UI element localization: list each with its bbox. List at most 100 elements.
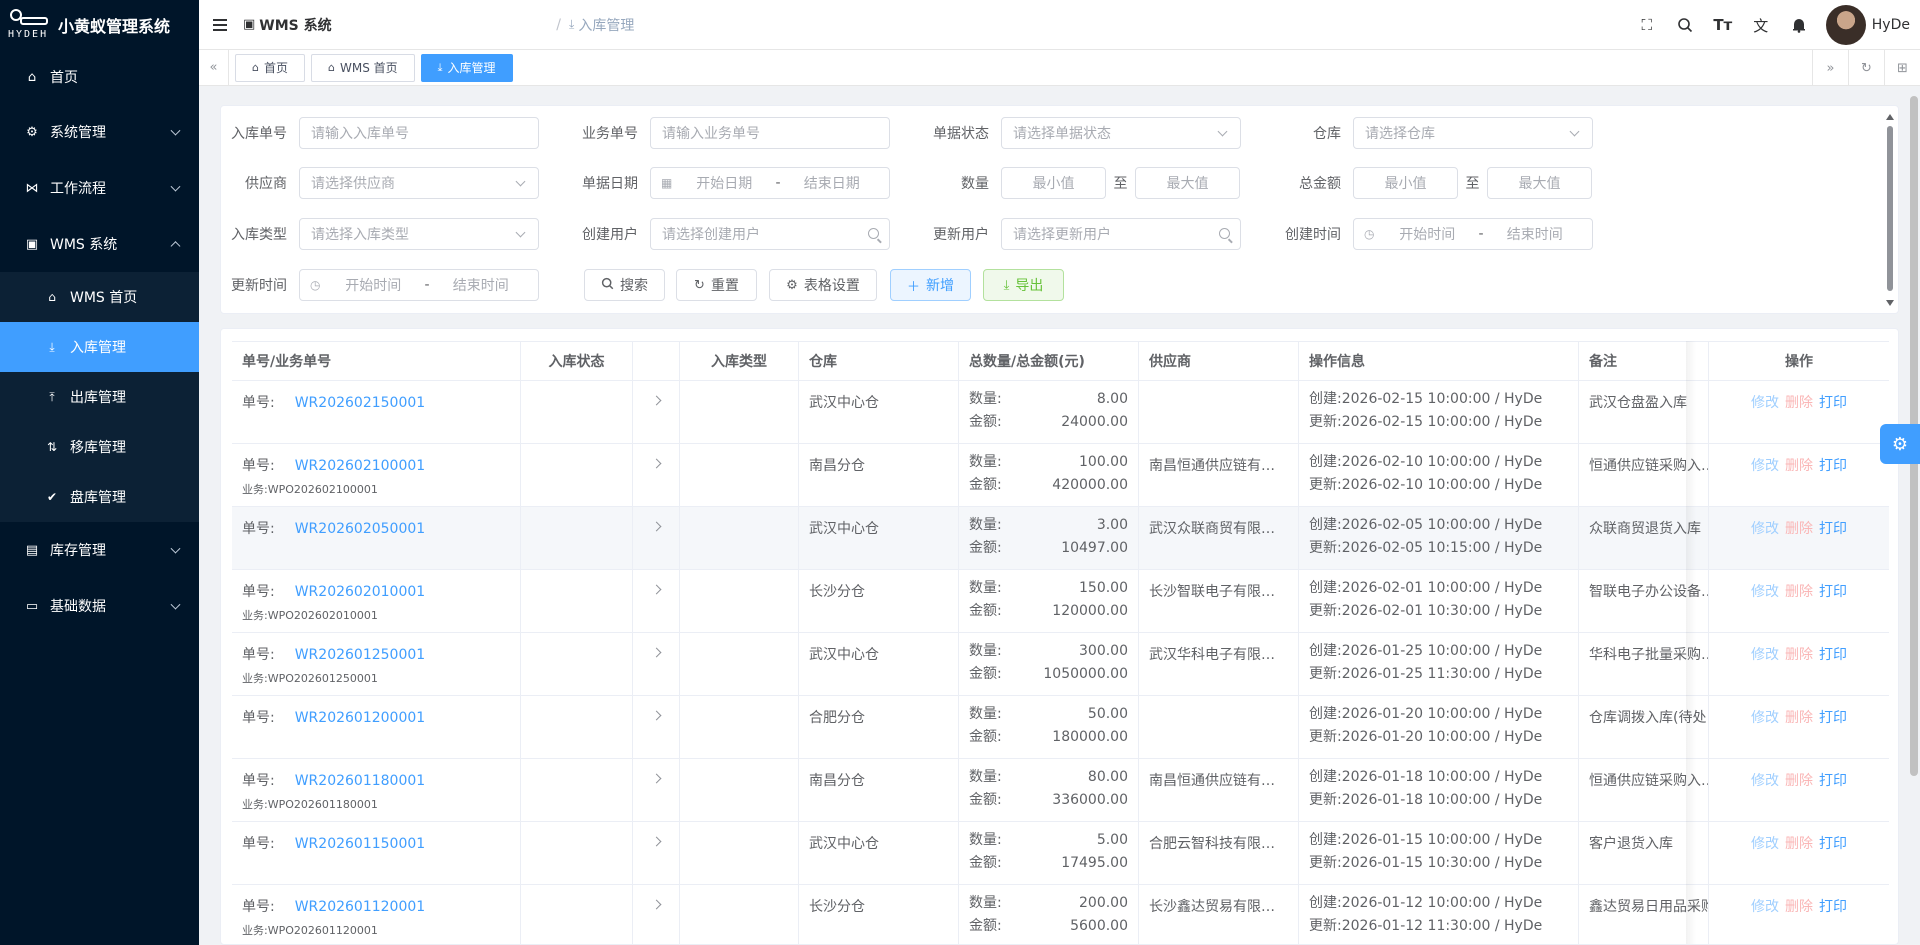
print-button[interactable]: 打印 (1819, 455, 1847, 475)
sidebar-item-transfer[interactable]: ⇅ 移库管理 (0, 422, 199, 472)
fullscreen-icon[interactable]: ⛶ (1628, 0, 1666, 50)
table-row[interactable]: 单号:WR202601200001 业务: 合肥分仓 数量:50.00 金额:1… (232, 696, 1889, 759)
quantity-max-input[interactable]: 最大值 (1135, 167, 1240, 199)
print-button[interactable]: 打印 (1819, 581, 1847, 601)
chevron-right-icon[interactable] (651, 458, 661, 469)
cell-expand[interactable] (633, 885, 680, 944)
delete-button[interactable]: 删除 (1785, 581, 1813, 601)
search-icon[interactable] (1666, 0, 1704, 50)
table-settings-button[interactable]: ⚙ 表格设置 (769, 269, 877, 301)
sidebar-item-workflow[interactable]: ⋈ 工作流程 (0, 160, 199, 216)
chevron-right-icon[interactable] (651, 836, 661, 847)
table-row[interactable]: 单号: WR202601120001 业务:WPO202601120001 长沙分… (232, 885, 1889, 944)
order-no-link[interactable]: WR202601250001 (295, 647, 425, 663)
print-button[interactable]: 打印 (1819, 392, 1847, 412)
chevron-right-icon[interactable] (651, 647, 661, 658)
sidebar-item-basic-data[interactable]: ▭ 基础数据 (0, 578, 199, 634)
delete-button[interactable]: 删除 (1785, 770, 1813, 790)
username[interactable]: HyDe (1872, 17, 1910, 33)
print-button[interactable]: 打印 (1819, 896, 1847, 916)
delete-button[interactable]: 删除 (1785, 455, 1813, 475)
chevron-right-icon[interactable] (651, 899, 661, 910)
language-icon[interactable]: 文 (1742, 0, 1780, 50)
edit-button[interactable]: 修改 (1751, 455, 1779, 475)
sidebar-item-outbound[interactable]: ⤒ 出库管理 (0, 372, 199, 422)
bell-icon[interactable] (1780, 0, 1818, 50)
settings-float-button[interactable]: ⚙ (1880, 424, 1920, 464)
export-button[interactable]: ⤓ 导出 (983, 269, 1064, 301)
print-button[interactable]: 打印 (1819, 707, 1847, 727)
print-button[interactable]: 打印 (1819, 644, 1847, 664)
edit-button[interactable]: 修改 (1751, 392, 1779, 412)
warehouse-select[interactable]: 请选择仓库 (1353, 117, 1593, 149)
reset-button[interactable]: ↻ 重置 (676, 269, 757, 301)
form-scrollbar[interactable] (1886, 112, 1894, 308)
sidebar-item-inbound[interactable]: ⤓ 入库管理 (0, 322, 199, 372)
grid-icon[interactable]: ⊞ (1884, 50, 1920, 86)
sidebar-item-home[interactable]: ⌂ 首页 (0, 50, 199, 104)
scroll-right-icon[interactable]: » (1812, 50, 1848, 86)
cell-expand[interactable] (633, 570, 680, 632)
edit-button[interactable]: 修改 (1751, 770, 1779, 790)
table-row[interactable]: 单号:WR202601150001 业务: 武汉中心仓 数量:5.00 金额:1… (232, 822, 1889, 885)
create-user-input[interactable]: 请选择创建用户 (650, 218, 890, 250)
cell-expand[interactable] (633, 633, 680, 695)
tag-home[interactable]: ⌂ 首页 (235, 53, 305, 82)
print-button[interactable]: 打印 (1819, 833, 1847, 853)
search-button[interactable]: 搜索 (584, 269, 665, 301)
table-row[interactable]: 单号: WR202601250001 业务:WPO202601250001 武汉中… (232, 633, 1889, 696)
cell-expand[interactable] (633, 696, 680, 758)
total-max-input[interactable]: 最大值 (1487, 167, 1592, 199)
print-button[interactable]: 打印 (1819, 770, 1847, 790)
delete-button[interactable]: 删除 (1785, 644, 1813, 664)
refresh-icon[interactable]: ↻ (1848, 50, 1884, 86)
cell-expand[interactable] (633, 381, 680, 443)
cell-expand[interactable] (633, 759, 680, 821)
delete-button[interactable]: 删除 (1785, 392, 1813, 412)
order-no-link[interactable]: WR202601180001 (295, 773, 425, 789)
sidebar-item-wms[interactable]: ▣ WMS 系统 (0, 216, 199, 272)
font-size-icon[interactable]: Tт (1704, 0, 1742, 50)
cell-expand[interactable] (633, 444, 680, 506)
delete-button[interactable]: 删除 (1785, 518, 1813, 538)
chevron-right-icon[interactable] (651, 395, 661, 406)
delete-button[interactable]: 删除 (1785, 896, 1813, 916)
table-row[interactable]: 单号: WR202602010001 业务:WPO202602010001 长沙分… (232, 570, 1889, 633)
tag-wms-home[interactable]: ⌂ WMS 首页 (311, 53, 415, 82)
chevron-right-icon[interactable] (651, 773, 661, 784)
order-no-link[interactable]: WR202602050001 (295, 521, 425, 537)
update-time-range[interactable]: ◷ 开始时间 - 结束时间 (299, 269, 539, 301)
sidebar-item-inventory[interactable]: ▤ 库存管理 (0, 522, 199, 578)
inbound-no-input[interactable]: 请输入入库单号 (299, 117, 539, 149)
scroll-down-icon[interactable] (1886, 300, 1894, 306)
supplier-select[interactable]: 请选择供应商 (299, 167, 539, 199)
edit-button[interactable]: 修改 (1751, 896, 1779, 916)
cell-expand[interactable] (633, 822, 680, 884)
tag-inbound[interactable]: ⤓ 入库管理 (420, 53, 513, 82)
edit-button[interactable]: 修改 (1751, 707, 1779, 727)
sidebar-item-wms-home[interactable]: ⌂ WMS 首页 (0, 272, 199, 322)
avatar[interactable] (1825, 5, 1866, 45)
edit-button[interactable]: 修改 (1751, 833, 1779, 853)
add-button[interactable]: ＋ 新增 (890, 269, 971, 301)
table-row[interactable]: 单号: WR202601180001 业务:WPO202601180001 南昌分… (232, 759, 1889, 822)
doc-date-range[interactable]: ▦ 开始日期 - 结束日期 (650, 167, 890, 199)
print-button[interactable]: 打印 (1819, 518, 1847, 538)
order-no-link[interactable]: WR202601200001 (295, 710, 425, 726)
scroll-up-icon[interactable] (1886, 114, 1894, 120)
hamburger-icon[interactable] (213, 18, 227, 31)
order-no-link[interactable]: WR202602010001 (295, 584, 425, 600)
chevron-right-icon[interactable] (651, 584, 661, 595)
delete-button[interactable]: 删除 (1785, 833, 1813, 853)
table-row[interactable]: 单号:WR202602150001 业务: 武汉中心仓 数量:8.00 金额:2… (232, 381, 1889, 444)
table-row[interactable]: 单号:WR202602050001 业务: 武汉中心仓 数量:3.00 金额:1… (232, 507, 1889, 570)
order-no-link[interactable]: WR202602100001 (295, 458, 425, 474)
breadcrumb-item[interactable]: WMS 系统 (259, 15, 548, 35)
doc-status-select[interactable]: 请选择单据状态 (1001, 117, 1241, 149)
logo[interactable]: HYDEH 小黄蚁管理系统 (0, 0, 199, 50)
order-no-link[interactable]: WR202602150001 (295, 395, 425, 411)
create-time-range[interactable]: ◷ 开始时间 - 结束时间 (1353, 218, 1593, 250)
edit-button[interactable]: 修改 (1751, 581, 1779, 601)
chevron-right-icon[interactable] (651, 521, 661, 532)
edit-button[interactable]: 修改 (1751, 518, 1779, 538)
